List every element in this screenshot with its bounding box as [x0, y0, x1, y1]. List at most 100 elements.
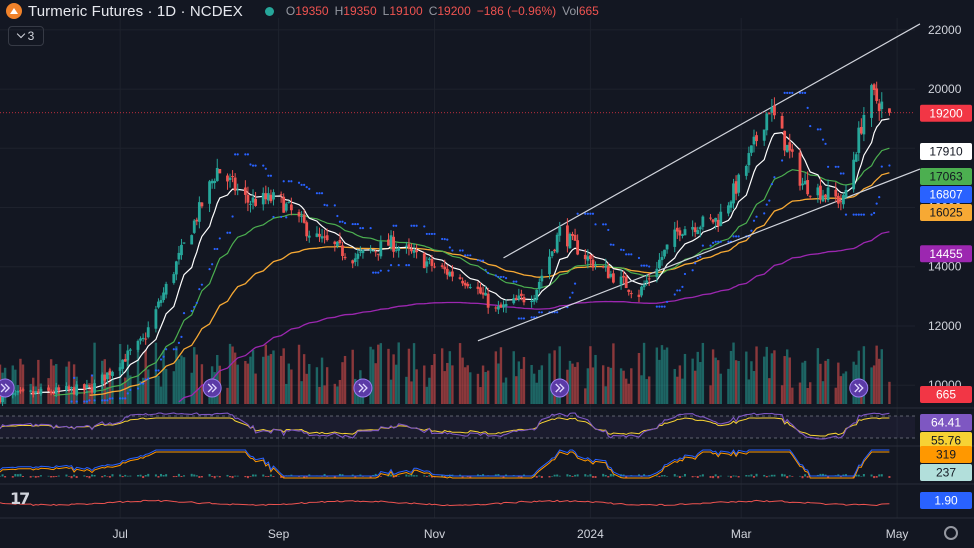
psar-dot	[512, 280, 515, 283]
macd-histogram-bar	[540, 476, 543, 478]
macd-histogram-bar	[231, 476, 234, 479]
macd-histogram-bar	[862, 474, 865, 477]
volume-bar	[880, 349, 883, 404]
psar-dot	[211, 263, 214, 266]
volume-bar	[195, 354, 199, 404]
psar-dot	[315, 192, 319, 195]
candle-body	[387, 239, 390, 246]
candle-body	[877, 103, 881, 112]
macd-histogram-bar	[37, 476, 40, 478]
volume-bar	[180, 355, 183, 404]
psar-dot	[763, 212, 766, 215]
indicators-toggle-button[interactable]: 3	[8, 26, 44, 46]
psar-dot	[264, 167, 267, 170]
psar-dot	[481, 259, 485, 262]
volume-bar	[573, 366, 577, 404]
macd-histogram-bar	[571, 476, 574, 477]
psar-dot	[83, 400, 86, 403]
macd-histogram-bar	[763, 474, 766, 477]
psar-dot	[880, 165, 883, 168]
candle-body	[665, 244, 669, 250]
volume-bar	[699, 362, 702, 404]
candle-body	[586, 256, 590, 261]
macd-histogram-bar	[52, 476, 55, 478]
volume-bar	[645, 379, 648, 404]
macd-histogram-bar	[750, 474, 753, 477]
candle-body	[566, 225, 569, 247]
volume-bar	[765, 346, 768, 404]
x-tick-label: Nov	[424, 527, 445, 541]
psar-dot	[320, 192, 324, 195]
candle-body	[803, 180, 807, 185]
candle-body	[548, 256, 551, 275]
candle-body	[82, 384, 86, 390]
macd-histogram-bar	[768, 475, 771, 477]
psar-dot	[604, 223, 607, 226]
candle-body	[300, 215, 303, 217]
macd-histogram-bar	[190, 473, 193, 477]
price-chart[interactable]: 10000120001400016000180002000022000JulSe…	[0, 0, 974, 548]
macd-histogram-bar	[551, 475, 554, 477]
volume-bar	[320, 357, 324, 404]
macd-histogram-bar	[727, 475, 730, 477]
y-tick-label: 12000	[928, 319, 962, 333]
macd-histogram-bar	[553, 474, 556, 477]
macd-histogram-bar	[126, 475, 129, 477]
macd-histogram-bar	[786, 476, 789, 479]
psar-dot	[336, 214, 339, 218]
psar-dot	[709, 244, 712, 247]
psar-dot	[538, 311, 541, 314]
candle-body	[555, 234, 559, 253]
candle-body	[430, 258, 434, 266]
volume-bar	[290, 369, 293, 404]
volume-bar	[479, 387, 482, 404]
macd-histogram-bar	[423, 475, 426, 477]
volume-bar	[755, 346, 758, 404]
symbol-title[interactable]: Turmeric Futures · 1D · NCDEX	[28, 3, 243, 20]
volume-bar	[732, 342, 735, 404]
psar-dot	[282, 180, 285, 183]
candle-body	[727, 205, 730, 214]
volume-bar	[494, 351, 498, 404]
psar-dot	[108, 397, 112, 400]
candle-body	[540, 275, 544, 282]
volume-bar	[780, 385, 784, 404]
macd-histogram-bar	[157, 476, 160, 478]
volume-bar	[481, 365, 485, 404]
candle-body	[305, 222, 309, 237]
volume-bar	[637, 352, 641, 404]
psar-dot	[461, 249, 464, 252]
psar-dot	[389, 264, 393, 267]
macd-histogram-bar	[103, 475, 106, 477]
candle-body	[67, 386, 71, 390]
psar-dot	[655, 305, 658, 308]
candle-body	[141, 337, 145, 340]
macd-histogram-bar	[211, 476, 214, 477]
macd-histogram-bar	[22, 476, 25, 477]
candle-body	[407, 244, 411, 248]
chevron-down-icon	[16, 29, 25, 39]
rsi-ma-label: 55.76	[931, 434, 961, 448]
volume-bar	[451, 365, 454, 404]
macd-histogram-bar	[873, 476, 876, 479]
psar-dot	[285, 216, 288, 219]
candle-body	[844, 189, 848, 198]
psar-dot	[157, 369, 160, 372]
gear-icon[interactable]	[944, 526, 958, 540]
candle-body	[36, 391, 40, 393]
psar-dot	[300, 183, 303, 186]
psar-dot	[147, 377, 150, 380]
psar-dot	[627, 253, 630, 256]
volume-bar	[433, 353, 436, 404]
macd-histogram-bar	[678, 476, 681, 479]
candle-body	[410, 248, 413, 252]
candle-body	[573, 234, 577, 241]
volume-bar	[540, 365, 544, 404]
volume-bar	[589, 346, 592, 404]
candle-body	[343, 256, 347, 259]
volume-bar	[791, 387, 794, 404]
macd-histogram-bar	[75, 476, 78, 478]
macd-histogram-bar	[216, 475, 219, 477]
volume-bar	[681, 378, 684, 404]
psar-dot	[556, 311, 559, 314]
